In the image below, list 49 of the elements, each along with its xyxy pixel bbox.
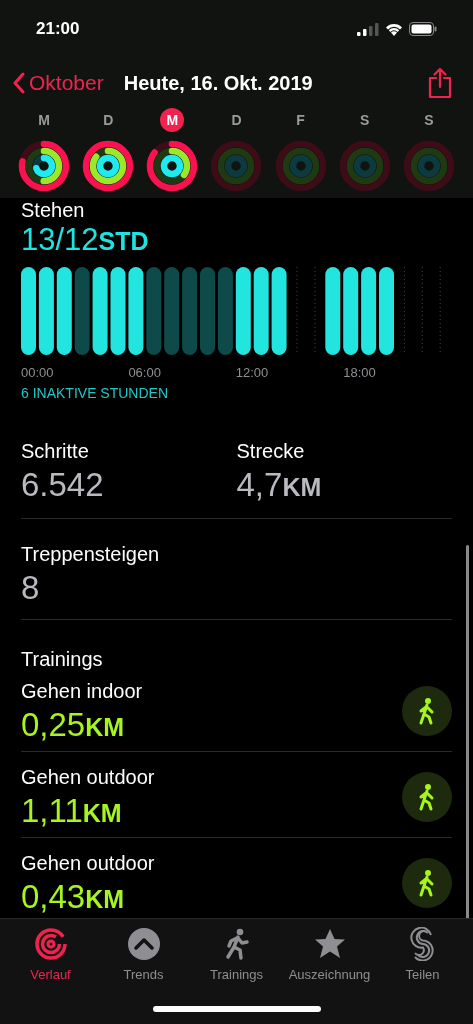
chevron-up-icon bbox=[126, 927, 161, 961]
share-icon[interactable] bbox=[427, 67, 453, 99]
day-label[interactable]: S bbox=[352, 108, 377, 132]
rings-icon bbox=[33, 927, 68, 961]
day-label[interactable]: F bbox=[288, 108, 313, 132]
stat-label: Treppensteigen bbox=[21, 542, 161, 567]
day-label[interactable]: S bbox=[416, 108, 441, 132]
axis-label: 06:00 bbox=[128, 364, 161, 382]
activity-rings-drawing[interactable] bbox=[18, 140, 70, 192]
chevron-left-icon bbox=[12, 72, 25, 94]
tab-button[interactable]: Auszeichnung bbox=[283, 927, 376, 985]
activity-rings-drawing[interactable] bbox=[147, 140, 198, 192]
tab-button[interactable]: Trends bbox=[97, 927, 190, 985]
section-title: Trainings bbox=[21, 647, 104, 672]
walking-icon[interactable] bbox=[402, 771, 452, 822]
axis-label: 12:00 bbox=[235, 364, 269, 382]
stat-value: 6.542 bbox=[21, 466, 105, 504]
activity-rings-drawing[interactable] bbox=[82, 140, 134, 192]
stat-value: 8 bbox=[21, 569, 41, 607]
axis-label: 00:00 bbox=[21, 364, 54, 382]
status-time: 21:00 bbox=[36, 18, 80, 41]
tab-button[interactable]: Teilen bbox=[376, 927, 469, 985]
stand-value: 13/12STD bbox=[21, 222, 150, 259]
star-icon bbox=[312, 927, 347, 961]
tab-button[interactable]: Verlauf bbox=[4, 927, 97, 985]
wifi-icon bbox=[385, 22, 403, 36]
section-title: Stehen bbox=[21, 198, 86, 222]
stat-label: Schritte bbox=[21, 439, 90, 464]
workout-distance: 1,11KM bbox=[21, 791, 123, 831]
axis-label: 18:00 bbox=[343, 364, 376, 382]
workout-distance: 0,25KM bbox=[21, 705, 126, 745]
signal-icon bbox=[357, 22, 379, 36]
stat-value: 4,7KM bbox=[236, 466, 323, 505]
workout-name: Gehen indoor bbox=[21, 678, 143, 704]
inactive-hours-label: 6 INAKTIVE STUNDEN bbox=[21, 384, 170, 403]
workout-name: Gehen outdoor bbox=[21, 764, 155, 790]
stat-label: Strecke bbox=[236, 439, 306, 464]
walking-icon[interactable] bbox=[402, 685, 452, 736]
day-label[interactable]: D bbox=[96, 108, 121, 132]
day-label[interactable]: M bbox=[160, 108, 185, 132]
tab-button[interactable]: Trainings bbox=[190, 927, 283, 985]
back-button[interactable]: Oktober bbox=[12, 67, 104, 99]
battery-icon bbox=[409, 22, 437, 36]
workout-distance: 0,43KM bbox=[21, 878, 126, 917]
nav-title: Heute, 16. Okt. 2019 bbox=[123, 71, 314, 96]
day-label[interactable]: D bbox=[224, 108, 249, 132]
day-label[interactable]: M bbox=[32, 108, 57, 132]
walking-icon[interactable] bbox=[402, 858, 452, 908]
workout-name: Gehen outdoor bbox=[21, 851, 155, 876]
